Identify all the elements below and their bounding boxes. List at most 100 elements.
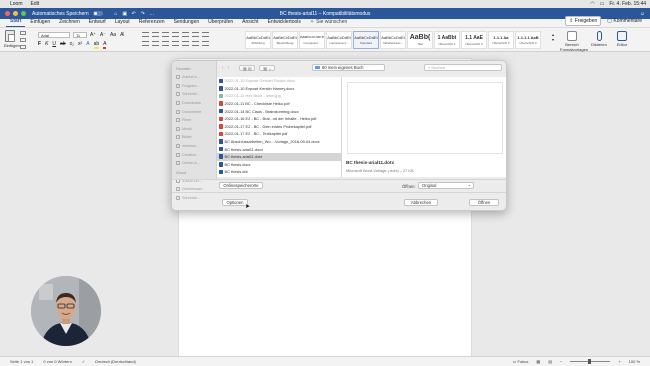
proofing-icon[interactable]: ✓ — [82, 359, 85, 364]
style-ueberschrift-1[interactable]: 1 AaBbt Überschrift 1 — [434, 31, 460, 49]
style-abbildung[interactable]: AaBbCcDdEt Abbildung — [245, 31, 271, 49]
menu-loom[interactable]: Loom — [10, 1, 23, 7]
clear-format-icon[interactable]: A̸ — [120, 32, 123, 38]
file-list-item[interactable]: 2022-01-12 Hex Buch - arbel.jpg — [217, 92, 341, 100]
show-marks-icon[interactable] — [202, 32, 209, 37]
wifi-icon[interactable]: ◠ — [590, 1, 594, 7]
format-painter-icon[interactable] — [20, 45, 26, 49]
paste-button[interactable]: Einfügen — [4, 30, 20, 48]
menu-edit[interactable]: Edit — [31, 1, 40, 7]
sort-icon[interactable] — [192, 32, 199, 37]
file-list-item[interactable]: BC Abschlussarbeiten_Wo...-Vorlage_2016-… — [217, 138, 341, 146]
style-beschriftung[interactable]: AaBbCcDdEt Beschriftung — [272, 31, 298, 49]
web-layout-icon[interactable]: ▤ — [548, 359, 552, 364]
italic-icon[interactable]: K — [45, 41, 48, 49]
styles-pane-button[interactable]: Bereich Formatvorlagen — [560, 31, 588, 52]
align-right-icon[interactable] — [162, 41, 169, 46]
file-list-item[interactable]: BC thesis.dot — [217, 168, 341, 176]
increase-indent-icon[interactable] — [182, 32, 189, 37]
open-button[interactable]: Öffnen — [469, 199, 499, 206]
back-arrow-icon[interactable]: ‹ — [222, 65, 224, 71]
tab-layout[interactable]: Layout — [111, 19, 134, 27]
style-ueberschrift-2[interactable]: 1.1 AaE Überschrift 2 — [461, 31, 487, 49]
tab-zeichnen[interactable]: Zeichnen — [55, 19, 84, 27]
file-list-item[interactable]: 2022-01-17 E2 - BC - Textkapitel.pdf — [217, 130, 341, 138]
cut-icon[interactable] — [20, 31, 26, 35]
file-list-item[interactable]: 2022-01-14 BC Claus - Brainstorming.docx — [217, 107, 341, 115]
align-center-icon[interactable] — [152, 41, 159, 46]
zoom-slider[interactable] — [570, 359, 611, 364]
highlight-icon[interactable]: ab — [93, 41, 100, 49]
font-size-field[interactable]: 11 — [73, 32, 87, 38]
file-list-item[interactable]: BC thesis-arial11.docx — [217, 145, 341, 153]
file-list-item[interactable]: BC thesis.docx — [217, 161, 341, 169]
word-count[interactable]: 0 von 0 Wörtern — [43, 359, 71, 364]
bullets-icon[interactable] — [142, 32, 149, 37]
group-button[interactable]: ▦ ⌄ — [259, 64, 276, 71]
sidebar-item-pictures[interactable]: Bilder — [176, 133, 212, 142]
more-icon[interactable]: … — [149, 11, 155, 17]
view-mode-button[interactable]: ▦ ▤ — [239, 64, 256, 71]
tab-sendungen[interactable]: Sendungen — [170, 19, 204, 27]
sidebar-item-music[interactable]: Musik — [176, 125, 212, 134]
sidebar-item-desktop[interactable]: Schreibti... — [176, 90, 212, 99]
strikethrough-icon[interactable]: ab — [60, 41, 66, 49]
save-icon[interactable]: ▣ — [122, 11, 128, 17]
text-effects-icon[interactable]: A — [86, 41, 89, 49]
tab-start[interactable]: Start — [6, 18, 26, 27]
location-popup[interactable]: 60 mein eigenes Buch — [312, 64, 385, 71]
zoom-level[interactable]: 100 % — [629, 359, 640, 364]
bold-icon[interactable]: F — [38, 41, 41, 49]
grow-font-icon[interactable]: A⁺ — [90, 32, 96, 38]
open-mode-select[interactable]: Original — [418, 182, 474, 189]
redo-icon[interactable]: ↷ — [140, 11, 146, 17]
style-computercode[interactable]: AaBbCcDdEe Computerc... — [299, 31, 325, 49]
style-standard[interactable]: AaBbCcDdEt Standard — [353, 31, 379, 49]
zoom-out-icon[interactable]: − — [560, 359, 562, 364]
home-icon[interactable]: ⌂ — [113, 11, 119, 17]
share-button[interactable]: ⇪ Freigeben — [565, 16, 602, 26]
borders-icon[interactable] — [202, 41, 209, 46]
undo-icon[interactable]: ↶ — [131, 11, 137, 17]
justify-icon[interactable] — [172, 41, 179, 46]
search-input[interactable]: ⌕ Suchen — [424, 64, 502, 71]
close-window-button[interactable] — [5, 11, 10, 16]
sidebar-item-documents[interactable]: Dokumente — [176, 107, 212, 116]
print-layout-icon[interactable]: ▦ — [536, 359, 540, 364]
sidebar-item-recents[interactable]: Zuletzt b... — [176, 73, 212, 82]
font-color-icon[interactable]: A — [103, 41, 107, 49]
tab-referenzen[interactable]: Referenzen — [135, 19, 169, 27]
zoom-in-icon[interactable]: + — [618, 359, 620, 364]
shrink-font-icon[interactable]: A⁻ — [100, 32, 106, 38]
shading-icon[interactable] — [192, 41, 199, 46]
file-list-item[interactable]: 2022-01-10 Exposé Gerhart Flooke.docx — [217, 77, 341, 85]
decrease-indent-icon[interactable] — [172, 32, 179, 37]
online-locations-button[interactable]: Onlinespeicherorte — [219, 182, 263, 189]
sidebar-item-downloads[interactable]: Downloads — [176, 99, 212, 108]
sidebar-item-online[interactable]: Online-A... — [176, 159, 212, 168]
sidebar-item-creative[interactable]: Creative... — [176, 150, 212, 159]
forward-arrow-icon[interactable]: › — [228, 65, 230, 71]
subscript-icon[interactable]: x₂ — [70, 41, 74, 49]
tab-ueberpruefen[interactable]: Überprüfen — [204, 19, 237, 27]
file-list-item[interactable]: 2022-01-16 E2 - BC - Brai...nd der Inhal… — [217, 115, 341, 123]
file-list-item[interactable]: BC thesis.dotx — [217, 176, 341, 177]
superscript-icon[interactable]: x² — [78, 41, 82, 49]
language-indicator[interactable]: Deutsch (Deutschland) — [95, 359, 136, 364]
cancel-button[interactable]: Abbrechen — [404, 199, 438, 206]
tab-entwurf[interactable]: Entwurf — [85, 19, 110, 27]
copy-icon[interactable] — [20, 38, 26, 42]
focus-button[interactable]: ▭ Fokus — [513, 359, 529, 364]
tell-me-search[interactable]: ✧ Sie wünschen — [306, 19, 351, 27]
file-list-item[interactable]: 2022-01-10 Exposé Kerstin Harney.docx — [217, 85, 341, 93]
multilevel-list-icon[interactable] — [162, 32, 169, 37]
editor-button[interactable]: Editor — [614, 31, 630, 47]
underline-icon[interactable]: U — [52, 41, 56, 49]
font-name-field[interactable]: Arial — [38, 32, 70, 38]
tab-ansicht[interactable]: Ansicht — [238, 19, 262, 27]
autosave-toggle[interactable] — [92, 11, 103, 16]
sidebar-item-movies[interactable]: Filme — [176, 116, 212, 125]
style-titel[interactable]: AaBb( Titel — [407, 31, 433, 49]
minimize-window-button[interactable] — [13, 11, 18, 16]
dictate-button[interactable]: Diktieren — [590, 31, 608, 47]
